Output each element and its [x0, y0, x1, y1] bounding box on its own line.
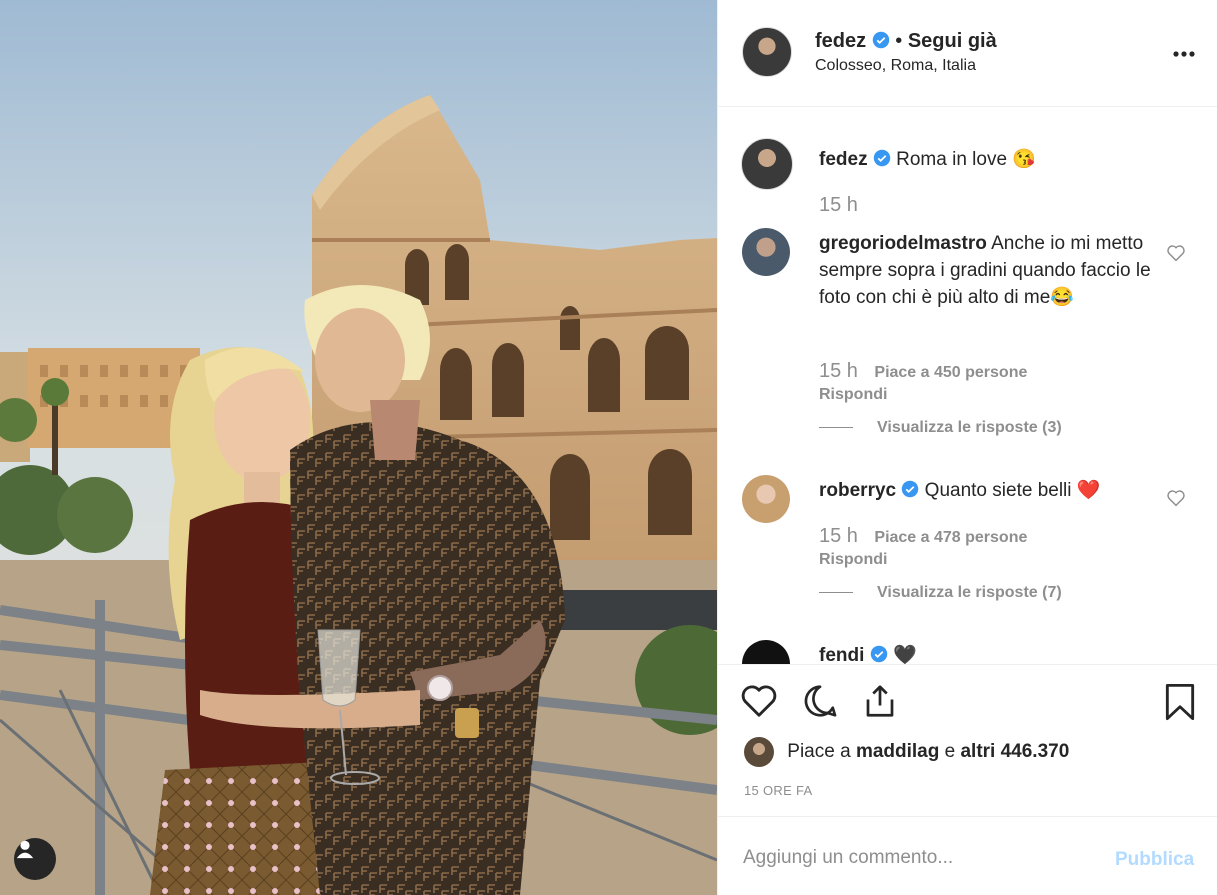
verified-icon [870, 645, 887, 663]
caption-text: Roma in love 😘 [896, 149, 1036, 170]
comment-username[interactable]: fendi [819, 645, 864, 664]
reply-button[interactable]: Rispondi [819, 386, 887, 404]
verified-icon [902, 480, 919, 498]
share-icon[interactable] [862, 683, 898, 719]
post-actions: Piace a maddilag e altri 446.370 15 ORE … [718, 664, 1217, 814]
comment-like-icon[interactable] [1166, 489, 1186, 507]
author-avatar[interactable] [742, 27, 792, 77]
comment-avatar[interactable] [742, 228, 790, 276]
comment-icon[interactable] [802, 683, 838, 719]
author-username[interactable]: fedez [815, 30, 866, 52]
view-replies-button[interactable]: Visualizza le risposte (7) [819, 584, 1062, 602]
comment-time[interactable]: 15 h [819, 360, 858, 382]
comment-avatar[interactable] [742, 640, 790, 664]
view-replies-label: Visualizza le risposte (7) [877, 584, 1062, 601]
comment-username[interactable]: gregoriodelmastro [819, 233, 987, 254]
comment-likes[interactable]: Piace a 450 persone [874, 364, 1027, 381]
reply-button[interactable]: Rispondi [819, 551, 887, 569]
view-replies-label: Visualizza le risposte (3) [877, 419, 1062, 436]
verified-icon [873, 149, 891, 167]
user-tag-icon [16, 840, 34, 859]
post-header: fedez • Segui già Colosseo, Roma, Italia [718, 0, 1217, 107]
publish-button[interactable]: Pubblica [1115, 849, 1194, 871]
user-tag-button[interactable] [14, 838, 56, 880]
comment-like-icon[interactable] [1166, 244, 1186, 262]
liked-by-avatar [744, 737, 774, 767]
header-separator: • [895, 30, 903, 52]
bookmark-icon[interactable] [1164, 683, 1196, 721]
likes-others[interactable]: altri 446.370 [960, 741, 1069, 762]
header-line: fedez • Segui già [815, 30, 997, 53]
follow-status-button[interactable]: Segui già [908, 30, 997, 52]
post-location[interactable]: Colosseo, Roma, Italia [815, 57, 976, 75]
add-comment-bar: Pubblica [718, 816, 1217, 895]
comment-input[interactable] [743, 843, 1083, 873]
comment-avatar[interactable] [742, 475, 790, 523]
verified-icon [872, 31, 889, 49]
caption-username[interactable]: fedez [819, 149, 868, 170]
photo-illustration [0, 0, 717, 895]
likes-middle: e [944, 741, 956, 763]
post-details-panel: fedez • Segui già Colosseo, Roma, Italia… [717, 0, 1217, 895]
likes-summary[interactable]: Piace a maddilag e altri 446.370 [744, 737, 1069, 767]
likes-prefix: Piace a [787, 741, 851, 763]
caption-avatar[interactable] [741, 138, 793, 190]
comment-username[interactable]: roberryc [819, 480, 896, 501]
comment-text: 🖤 [892, 645, 917, 664]
more-icon[interactable] [1172, 50, 1196, 58]
post-timestamp: 15 ORE FA [744, 783, 813, 798]
comment-time[interactable]: 15 h [819, 525, 858, 547]
view-replies-button[interactable]: Visualizza le risposte (3) [819, 419, 1062, 437]
comment-text: Quanto siete belli ❤️ [924, 480, 1101, 501]
post-photo[interactable] [0, 0, 717, 895]
heart-icon[interactable] [740, 683, 778, 719]
liked-by-user[interactable]: maddilag [856, 741, 939, 762]
comments-list[interactable]: fedez Roma in love 😘 15 h gregoriodelmas… [718, 108, 1217, 664]
replies-dash [819, 427, 853, 429]
caption-time[interactable]: 15 h [819, 194, 858, 216]
comment-likes[interactable]: Piace a 478 persone [874, 529, 1027, 546]
replies-dash [819, 592, 853, 594]
